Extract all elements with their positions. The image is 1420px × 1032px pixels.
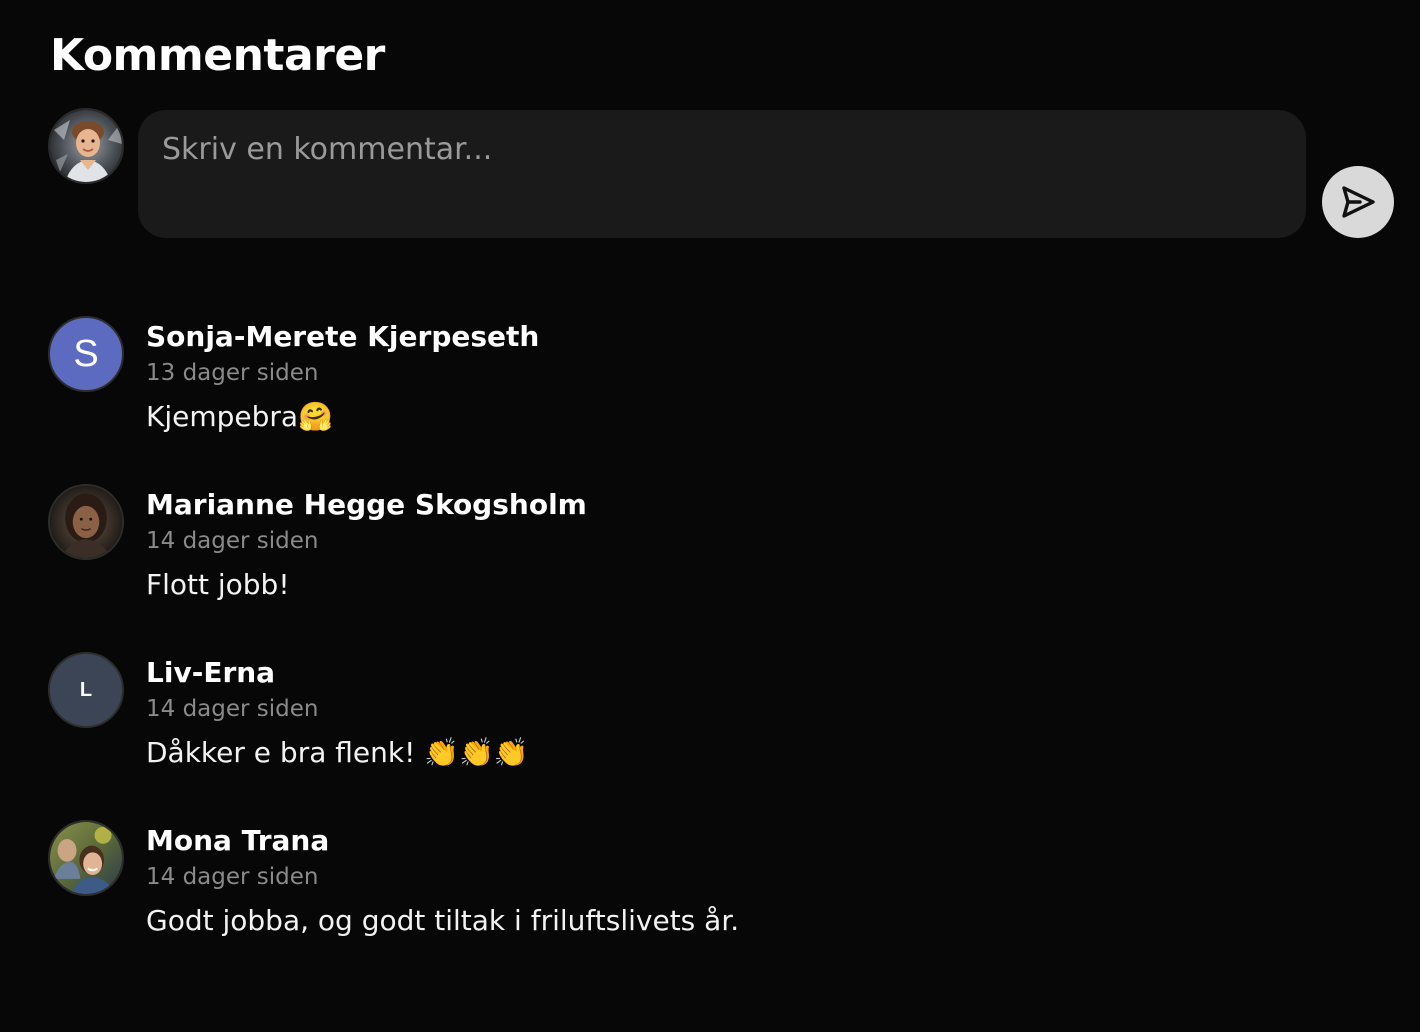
comment-item: S Sonja-Merete Kjerpeseth 13 dager siden… [48,316,1348,466]
comment-timestamp: 14 dager siden [146,864,319,890]
comment-text: Kjempebra🤗 [146,400,333,433]
avatar-initial: L [79,678,93,701]
current-user-avatar [48,108,124,184]
user-photo-icon [50,822,122,894]
comment-author[interactable]: Mona Trana [146,824,329,857]
user-photo-icon [50,486,122,558]
comment-item: Mona Trana 14 dager siden Godt jobba, og… [48,820,1348,970]
comment-author[interactable]: Sonja-Merete Kjerpeseth [146,320,539,353]
send-icon [1342,186,1375,218]
avatar[interactable] [48,484,124,560]
avatar[interactable] [48,820,124,896]
comment-author[interactable]: Liv-Erna [146,656,275,689]
avatar[interactable]: L [48,652,124,728]
avatar-initial: S [73,332,99,375]
comment-item: L Liv-Erna 14 dager siden Dåkker e bra f… [48,652,1348,802]
comment-text: Dåkker e bra flenk! 👏👏👏 [146,736,529,769]
comment-text: Godt jobba, og godt tiltak i friluftsliv… [146,904,740,937]
comment-item: Marianne Hegge Skogsholm 14 dager siden … [48,484,1348,634]
page-title: Kommentarer [50,30,385,81]
comment-timestamp: 14 dager siden [146,696,319,722]
comment-author[interactable]: Marianne Hegge Skogsholm [146,488,587,521]
avatar[interactable]: S [48,316,124,392]
comments-section: Kommentarer Skriv en kommentar... S Sonj… [0,0,1420,1032]
comment-input[interactable] [138,110,1306,238]
comment-text: Flott jobb! [146,568,290,601]
comment-timestamp: 14 dager siden [146,528,319,554]
send-button[interactable] [1322,166,1394,238]
comment-timestamp: 13 dager siden [146,360,319,386]
user-photo-icon [50,110,122,182]
